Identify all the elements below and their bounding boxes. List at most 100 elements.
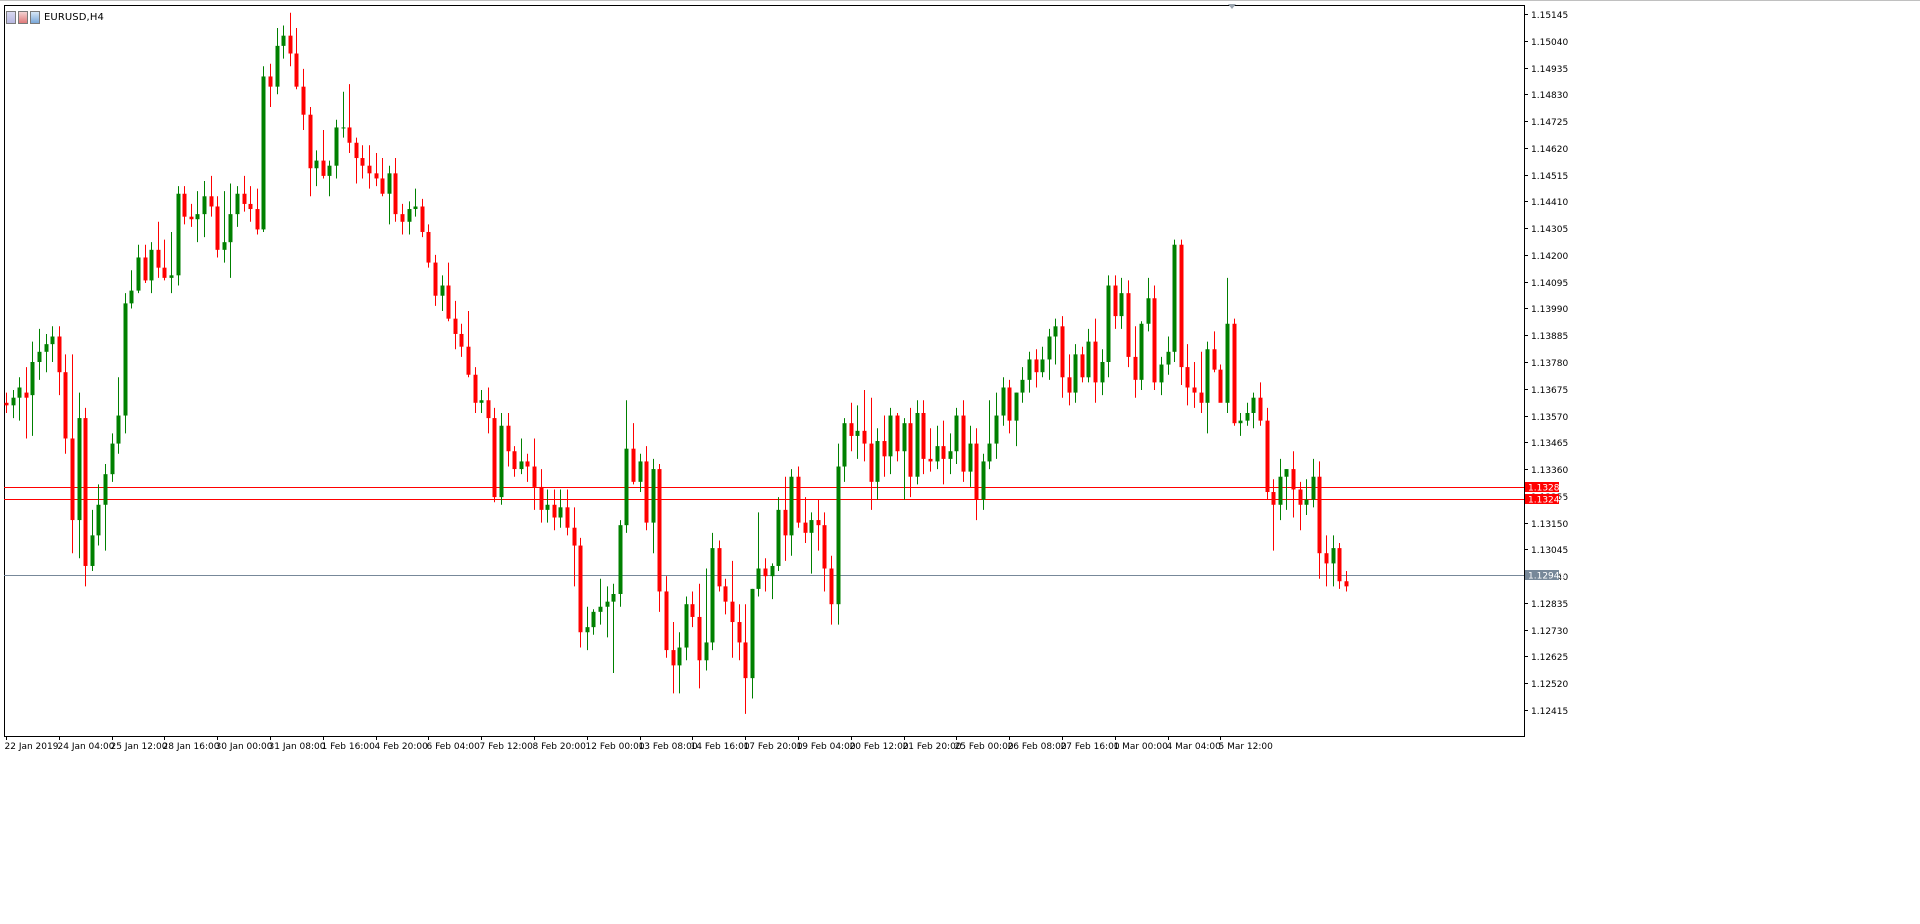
candle-body — [341, 127, 346, 129]
candle-body — [512, 451, 517, 470]
candle-body — [572, 527, 577, 546]
candle-body — [1284, 469, 1289, 477]
candle-body — [677, 647, 682, 666]
candle-body — [558, 507, 563, 518]
bars-chart-icon[interactable] — [6, 10, 16, 24]
candle-body — [1007, 387, 1012, 421]
candle-body — [1159, 364, 1164, 383]
candle-body — [195, 214, 200, 220]
candle-body — [1172, 244, 1177, 352]
line-chart-icon[interactable] — [30, 10, 40, 24]
candle — [591, 609, 596, 635]
candles-chart-icon[interactable] — [18, 10, 28, 24]
candle — [605, 586, 610, 638]
price-tick-label: 1.13360 — [1531, 466, 1568, 476]
candle-body — [803, 522, 808, 533]
candle-body — [162, 267, 167, 278]
candle-body — [400, 214, 405, 222]
candle — [961, 400, 966, 482]
time-tick-label: 5 Mar 12:00 — [1219, 742, 1274, 752]
candle-body — [268, 76, 273, 87]
chart-window[interactable]: 1.15145 1.15040 1.14935 1.14830 1.14725 1.146… — [0, 0, 1920, 924]
price-tick-label: 1.13780 — [1531, 359, 1568, 369]
candle-body — [836, 466, 841, 605]
candle-body — [96, 504, 101, 536]
candle — [209, 175, 214, 217]
candle-body — [202, 196, 207, 215]
candle — [1212, 331, 1217, 373]
candle — [789, 469, 794, 556]
candle — [156, 221, 161, 278]
candle — [473, 367, 478, 413]
time-tick-label: 14 Feb 16:00 — [691, 742, 750, 752]
candle-body — [275, 45, 280, 87]
candle-body — [116, 415, 121, 444]
candle — [275, 28, 280, 95]
candle — [202, 180, 207, 238]
time-tick-label: 25 Jan 12:00 — [111, 742, 168, 752]
candle — [1251, 392, 1256, 429]
candle — [1225, 277, 1230, 413]
candle-body — [1027, 359, 1032, 380]
price-tick-label: 1.13150 — [1531, 520, 1568, 530]
candle — [50, 326, 55, 362]
candle — [776, 497, 781, 572]
candle — [215, 196, 220, 258]
candle — [380, 158, 385, 197]
candle — [30, 341, 35, 436]
time-tick-label: 25 Feb 00:00 — [955, 742, 1014, 752]
candle-body — [545, 504, 550, 510]
candle — [1014, 392, 1019, 447]
candle-body — [380, 178, 385, 194]
candle — [836, 443, 841, 625]
candle — [1133, 326, 1138, 398]
candle — [1139, 321, 1144, 391]
candle-body — [1185, 367, 1190, 388]
candle — [803, 497, 808, 544]
candle-body — [783, 509, 788, 536]
candle — [565, 489, 570, 536]
candle — [453, 300, 458, 350]
candle — [1324, 535, 1329, 587]
candle-body — [961, 415, 966, 472]
horizontal-lines — [4, 487, 1524, 576]
candle-body — [1205, 349, 1210, 403]
time-tick-label: 30 Jan 00:00 — [216, 742, 273, 752]
candle — [116, 377, 121, 454]
candle — [512, 446, 517, 477]
chart-symbol-bar: EURUSD,H4 — [6, 9, 104, 25]
time-tick-label: 4 Mar 04:00 — [1167, 742, 1222, 752]
candle — [143, 244, 148, 283]
price-tick-label: 1.14725 — [1531, 118, 1568, 128]
candlestick-chart[interactable]: 1.15145 1.15040 1.14935 1.14830 1.14725 1.146… — [0, 0, 1920, 924]
candle — [908, 407, 913, 498]
candle — [169, 231, 174, 294]
time-tick-label: 19 Feb 04:00 — [797, 742, 856, 752]
candle-body — [743, 642, 748, 679]
candle — [1298, 481, 1303, 531]
candle — [261, 66, 266, 232]
candle-body — [638, 461, 643, 482]
candle — [822, 512, 827, 592]
candle-body — [1278, 476, 1283, 505]
candle-body — [842, 423, 847, 467]
candle — [1086, 328, 1091, 383]
candle — [948, 433, 953, 475]
candle — [1113, 275, 1118, 329]
candle — [644, 446, 649, 531]
candle-body — [756, 568, 761, 589]
candle-body — [671, 650, 676, 666]
candle — [1106, 275, 1111, 378]
candle — [750, 588, 755, 699]
candle — [426, 224, 431, 268]
candle-body — [228, 214, 233, 243]
candle — [407, 201, 412, 235]
candle-body — [750, 588, 755, 679]
candle — [182, 186, 187, 225]
candle — [354, 137, 359, 184]
candle-body — [149, 249, 154, 281]
candle — [1093, 318, 1098, 403]
candle-body — [730, 601, 735, 623]
candle — [657, 463, 662, 612]
candle — [1218, 364, 1223, 403]
